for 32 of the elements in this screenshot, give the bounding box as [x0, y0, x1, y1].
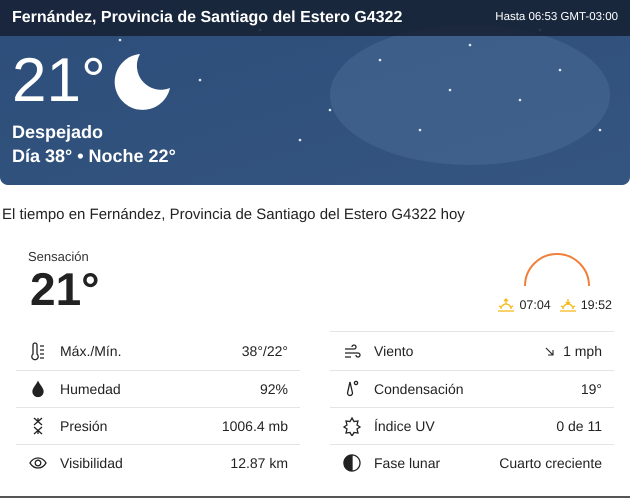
- detail-value: 19°: [580, 380, 602, 399]
- day-night-temperatures: Día 38° • Noche 22°: [11, 145, 177, 168]
- sunset-icon: [558, 298, 577, 312]
- sunrise-time: 07:04: [519, 296, 551, 314]
- detail-value: 0 de 11: [556, 416, 602, 436]
- uv-sun-icon: [342, 416, 362, 436]
- detail-label: Viento: [374, 342, 414, 362]
- current-temperature: 21°: [12, 50, 106, 112]
- detail-value: 12.87 km: [230, 454, 288, 473]
- detail-value: 92%: [260, 380, 288, 399]
- sunset-time: 19:52: [580, 296, 612, 314]
- section-title: El tiempo en Fernández, Provincia de Santiago del Estero G4322 hoy: [1, 205, 466, 225]
- feels-like-label: Sensación: [28, 248, 90, 266]
- half-moon-icon: [342, 453, 362, 474]
- detail-value: 1 mph: [563, 342, 602, 362]
- detail-label: Visibilidad: [60, 454, 123, 473]
- detail-label: Humedad: [60, 380, 121, 399]
- valid-until-text: Hasta 06:53 GMT-03:00: [495, 10, 618, 26]
- condition-text: Despejado: [11, 121, 104, 144]
- detail-label: Fase lunar: [374, 454, 440, 473]
- detail-label: Índice UV: [374, 416, 435, 436]
- detail-value: Cuarto creciente: [499, 454, 602, 473]
- feels-like-value: 21°: [30, 266, 100, 312]
- detail-label: Presión: [60, 416, 108, 436]
- detail-label: Condensación: [374, 380, 464, 399]
- detail-label: Máx./Mín.: [60, 342, 122, 362]
- wind-direction-arrow-icon: [545, 346, 556, 357]
- location-title: Fernández, Provincia de Santiago del Estero G4322: [12, 8, 402, 28]
- detail-value: 38°/22°: [242, 342, 288, 362]
- sunrise-icon: [497, 298, 516, 312]
- detail-value: 1006.4 mb: [222, 416, 288, 436]
- sun-arc-icon: [522, 250, 592, 286]
